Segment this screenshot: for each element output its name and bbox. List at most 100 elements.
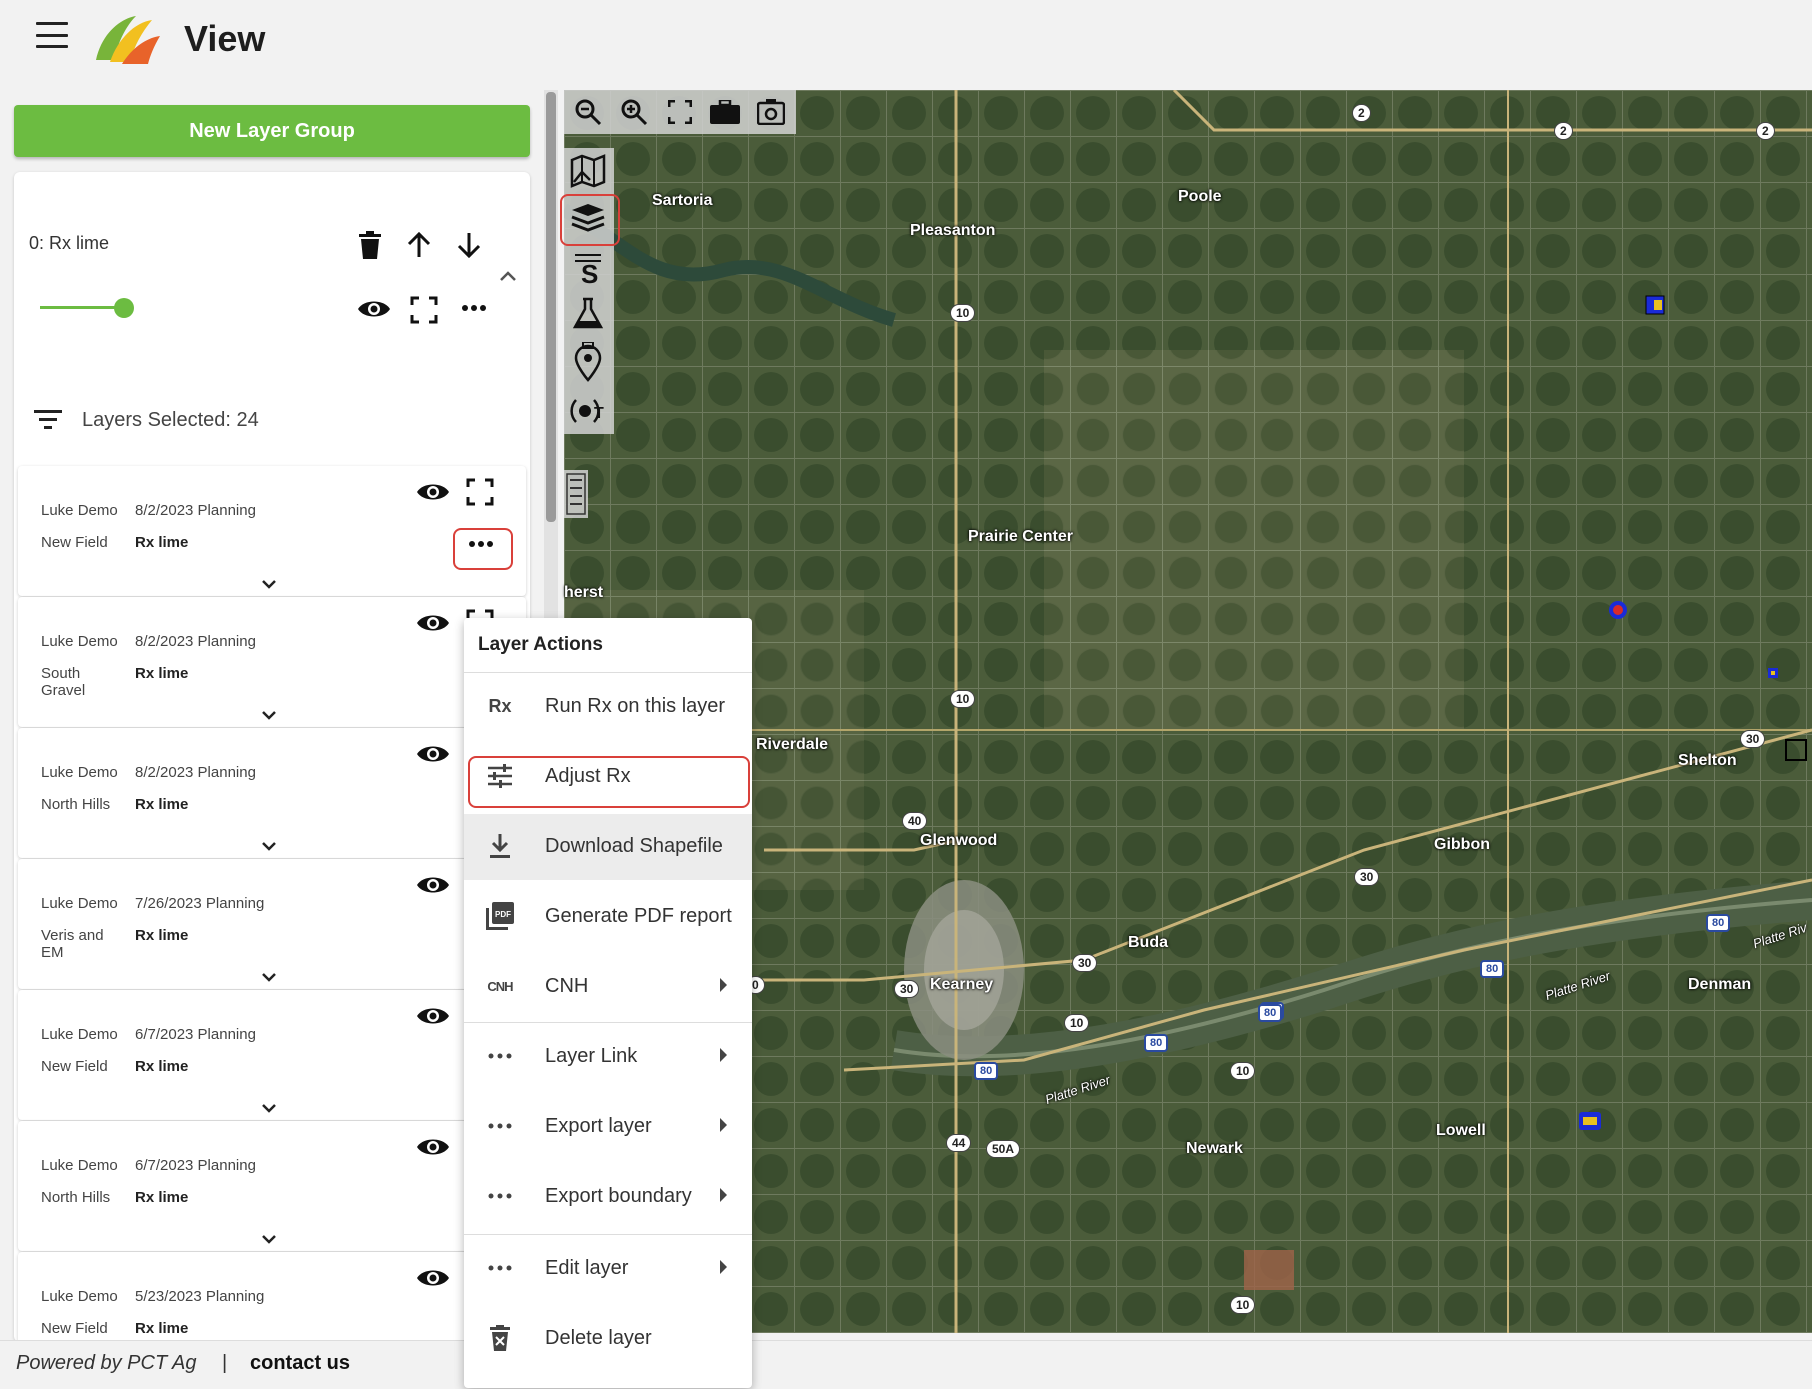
trash-icon[interactable]	[356, 230, 384, 260]
layer-field: South Gravel	[41, 665, 86, 699]
eye-icon[interactable]	[416, 871, 450, 899]
layers-icon[interactable]	[568, 198, 608, 236]
menu-item-adjust-rx[interactable]: Adjust Rx	[464, 744, 752, 810]
map-icon[interactable]	[568, 152, 608, 190]
highway-shield: 50A	[986, 1140, 1021, 1158]
more-horiz-icon[interactable]	[458, 296, 490, 320]
menu-item-delete-layer[interactable]: Delete layer	[464, 1306, 752, 1372]
soil-sample-icon[interactable]: S	[568, 248, 608, 288]
chevron-down-icon[interactable]	[258, 838, 280, 854]
zoom-out-icon[interactable]	[572, 96, 604, 128]
fullscreen-icon[interactable]	[408, 294, 440, 326]
menu-item-label: Adjust Rx	[545, 765, 631, 787]
eye-icon[interactable]	[416, 740, 450, 768]
more-horiz-icon	[486, 1254, 514, 1282]
eye-icon[interactable]	[356, 294, 392, 324]
panel-scrollbar-thumb[interactable]	[546, 92, 556, 522]
eye-icon[interactable]	[416, 478, 450, 506]
layer-date: 8/2/2023 Planning	[135, 633, 256, 650]
highway-shield: 2	[1756, 122, 1775, 140]
arrow-up-icon[interactable]	[404, 230, 434, 260]
layer-field: North Hills	[41, 796, 111, 813]
menu-item-run-rx-on-this-layer[interactable]: Rx Run Rx on this layer	[464, 674, 752, 740]
briefcase-icon[interactable]	[708, 96, 742, 128]
zoom-in-icon[interactable]	[618, 96, 650, 128]
contact-us-link[interactable]: contact us	[250, 1352, 350, 1375]
more-horiz-icon[interactable]	[464, 532, 498, 556]
layer-farm: Luke Demo	[41, 764, 118, 781]
menu-item-label: Run Rx on this layer	[545, 695, 726, 717]
interstate-shield: 80	[1480, 960, 1505, 978]
menu-item-download-shapefile[interactable]: Download Shapefile	[464, 814, 752, 880]
menu-item-export-boundary[interactable]: Export boundary	[464, 1164, 752, 1230]
map-place-label: Poole	[1178, 188, 1222, 205]
menu-item-label: Edit layer	[545, 1257, 629, 1279]
menu-item-cnh[interactable]: CNH CNH	[464, 954, 752, 1020]
layer-date: 8/2/2023 Planning	[135, 502, 256, 519]
eye-icon[interactable]	[416, 1264, 450, 1292]
layer-card[interactable]: Luke Demo 8/2/2023 Planning North Hills Rx …	[18, 728, 526, 858]
highway-shield: 44	[946, 1134, 972, 1152]
layer-type: Rx lime	[135, 927, 189, 944]
layer-field: New Field	[41, 1058, 108, 1075]
chevron-down-icon[interactable]	[258, 576, 280, 592]
opacity-slider-track[interactable]	[40, 306, 124, 309]
chevron-up-icon[interactable]	[496, 266, 520, 286]
new-layer-group-button[interactable]: New Layer Group	[14, 105, 530, 157]
more-horiz-icon	[486, 1182, 514, 1210]
highway-shield: 30	[1072, 954, 1098, 972]
layer-card[interactable]: Luke Demo 8/2/2023 Planning South Gravel Rx…	[18, 597, 526, 727]
more-horiz-icon	[486, 1042, 514, 1070]
chevron-down-icon[interactable]	[258, 707, 280, 723]
menu-item-export-layer[interactable]: Export layer	[464, 1094, 752, 1160]
chevron-down-icon[interactable]	[258, 1100, 280, 1116]
eye-icon[interactable]	[416, 609, 450, 637]
menu-item-edit-layer[interactable]: Edit layer	[464, 1236, 752, 1302]
eye-icon[interactable]	[416, 1133, 450, 1161]
menu-item-label: Generate PDF report	[545, 905, 732, 927]
interstate-shield: 80	[1706, 914, 1731, 932]
menu-icon[interactable]	[36, 22, 68, 48]
layer-farm: Luke Demo	[41, 1026, 118, 1043]
menu-item-generate-pdf-report[interactable]: PDF Generate PDF report	[464, 884, 752, 950]
delete-icon	[486, 1324, 514, 1352]
chevron-down-icon[interactable]	[258, 1231, 280, 1247]
submenu-arrow-icon	[720, 978, 727, 992]
layer-card[interactable]: Luke Demo 8/2/2023 Planning New Field Rx li…	[18, 466, 526, 596]
interstate-shield: 80	[1144, 1034, 1169, 1052]
screenshot-icon[interactable]	[754, 96, 788, 128]
location-pin-icon[interactable]	[568, 340, 608, 384]
highway-shield: 10	[1230, 1296, 1256, 1314]
more-horiz-icon	[486, 1112, 514, 1140]
interstate-shield: 80	[974, 1062, 999, 1080]
highway-shield: 40	[902, 812, 928, 830]
layer-type: Rx lime	[135, 1189, 189, 1206]
layer-field: Veris and EM	[41, 927, 104, 961]
arrow-down-icon[interactable]	[454, 230, 484, 260]
fit-extent-icon[interactable]	[664, 96, 696, 128]
tune-icon	[486, 762, 514, 790]
rx-icon: Rx	[488, 695, 512, 716]
telemetry-icon[interactable]: T	[568, 390, 610, 432]
svg-text:T: T	[594, 405, 604, 422]
layer-card[interactable]: Luke Demo 6/7/2023 Planning New Field Rx li…	[18, 990, 526, 1120]
footer-separator: |	[222, 1352, 228, 1374]
submenu-arrow-icon	[720, 1188, 727, 1202]
menu-item-layer-link[interactable]: Layer Link	[464, 1024, 752, 1090]
highway-shield: 2	[1554, 122, 1573, 140]
eye-icon[interactable]	[416, 1002, 450, 1030]
flask-icon[interactable]	[568, 294, 608, 334]
fullscreen-icon[interactable]	[464, 476, 496, 508]
filter-icon[interactable]	[34, 408, 62, 432]
layer-card[interactable]: Luke Demo 6/7/2023 Planning North Hills Rx …	[18, 1121, 526, 1251]
layer-date: 7/26/2023 Planning	[135, 895, 265, 912]
opacity-slider-thumb[interactable]	[114, 298, 134, 318]
map-panel-handle[interactable]	[564, 470, 588, 518]
menu-title: Layer Actions	[478, 634, 603, 655]
layer-card[interactable]: Luke Demo 7/26/2023 Planning Veris and EM R…	[18, 859, 526, 989]
menu-divider	[464, 672, 752, 673]
svg-text:PDF: PDF	[495, 910, 511, 919]
highway-shield: 10	[1230, 1062, 1256, 1080]
chevron-down-icon[interactable]	[258, 969, 280, 985]
map-place-label: Prairie Center	[968, 528, 1073, 545]
